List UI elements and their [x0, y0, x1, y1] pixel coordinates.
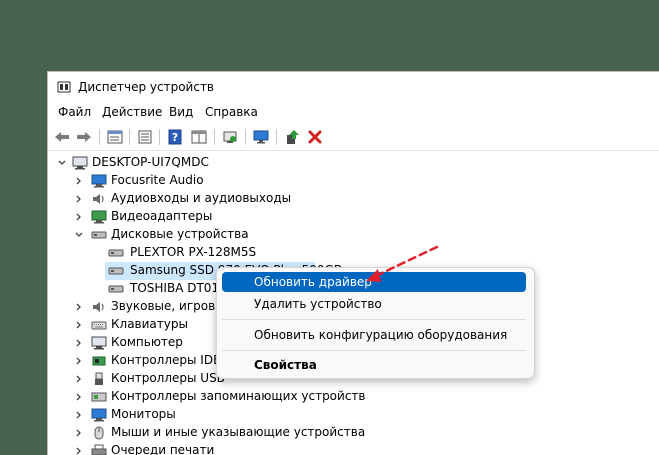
annotation-arrow-icon — [366, 245, 439, 282]
